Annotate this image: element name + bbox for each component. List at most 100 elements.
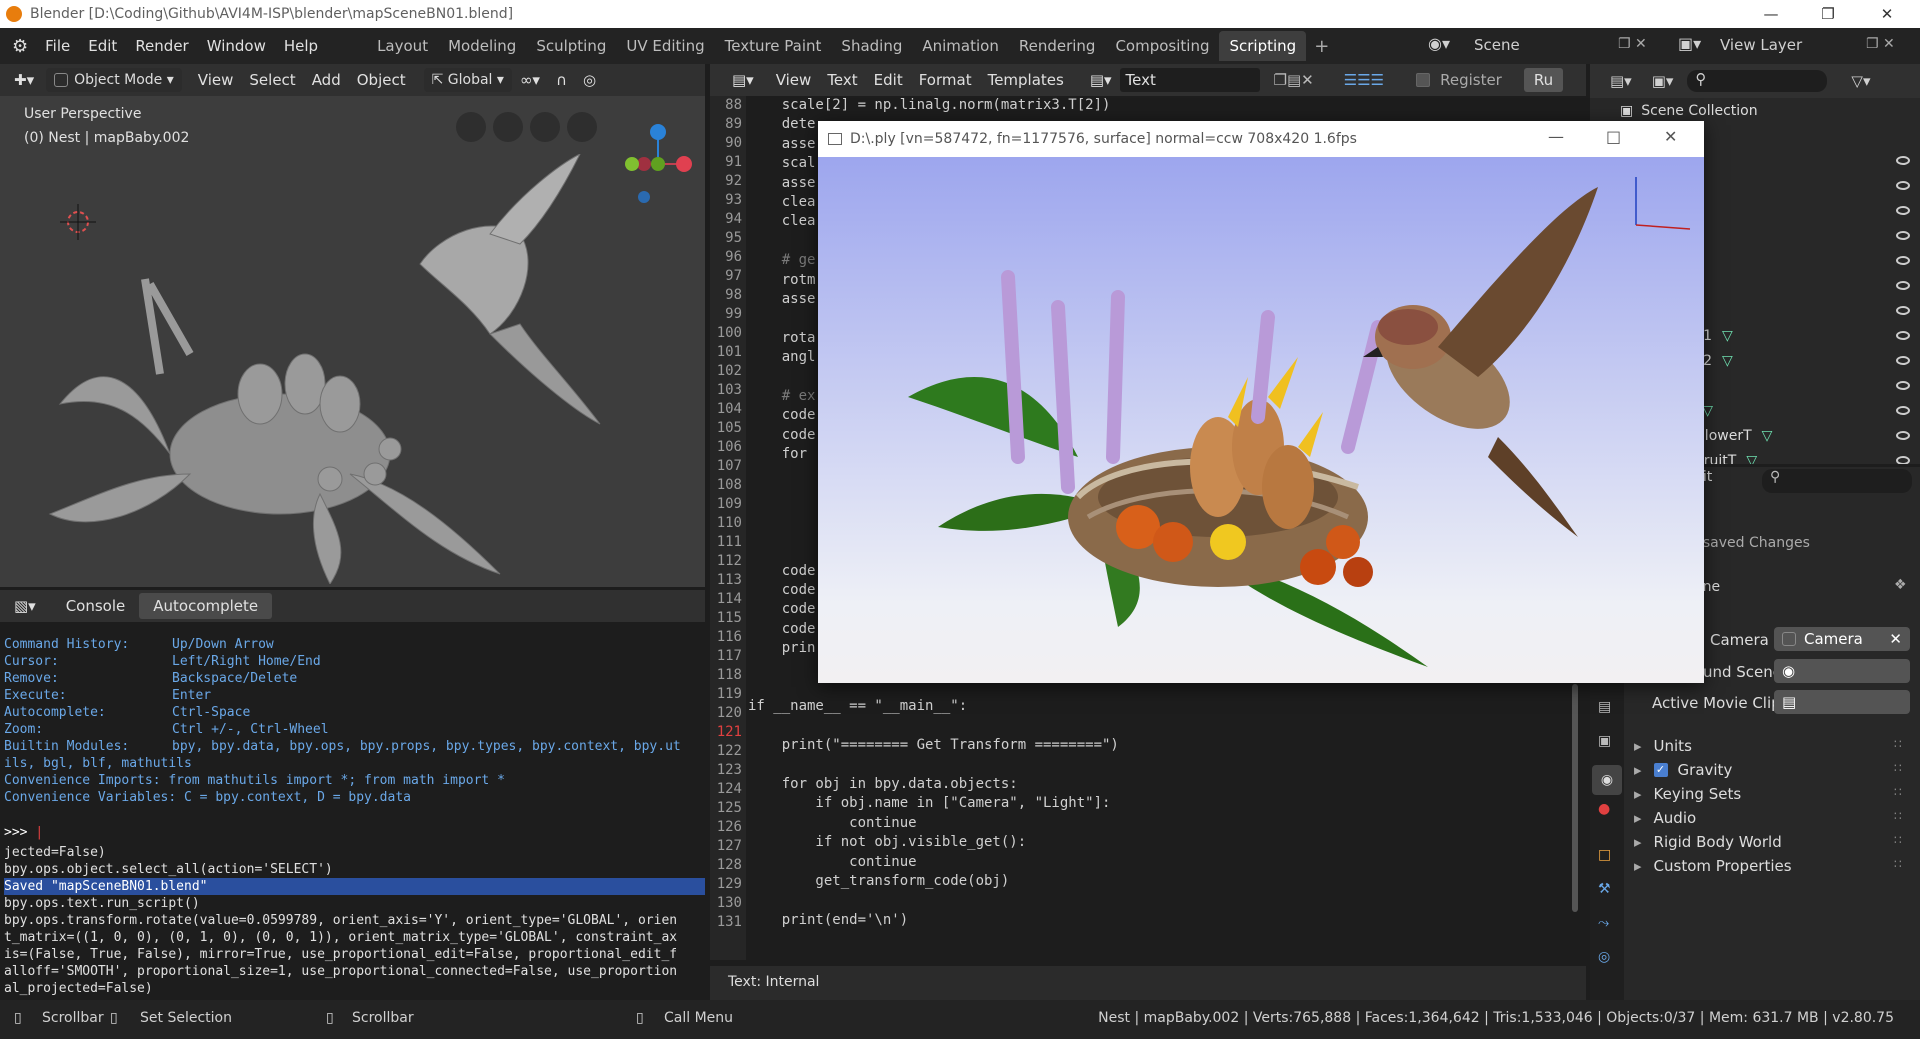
code-line[interactable]: for obj in bpy.data.objects: xyxy=(748,775,1018,794)
code-line[interactable]: code xyxy=(748,426,816,445)
filter-icon[interactable]: ▣▾ xyxy=(1652,72,1674,90)
mesh-data-icon[interactable]: ▽ xyxy=(1722,328,1733,344)
pan-view-icon[interactable] xyxy=(530,112,560,142)
gravity-checkbox[interactable]: ✓ xyxy=(1653,763,1668,777)
expand-arrow-icon[interactable]: ▸ xyxy=(1634,737,1642,755)
code-line[interactable]: if obj.name in ["Camera", "Light"]: xyxy=(748,794,1110,813)
new-scene-icon[interactable]: ❐ ✕ xyxy=(1618,36,1647,52)
tab-scripting[interactable]: Scripting xyxy=(1219,31,1307,61)
code-line[interactable]: continue xyxy=(748,814,916,833)
menu-text[interactable]: Text xyxy=(819,71,865,89)
visibility-eye-icon[interactable] xyxy=(1896,281,1910,290)
tab-rendering[interactable]: Rendering xyxy=(1009,31,1106,61)
info-log[interactable]: jected=False) bpy.ops.object.select_all(… xyxy=(0,844,705,1000)
mesh-data-icon[interactable]: ▽ xyxy=(1722,353,1733,369)
code-line[interactable]: rota xyxy=(748,329,816,348)
visibility-eye-icon[interactable] xyxy=(1896,356,1910,365)
scene-name[interactable]: Scene xyxy=(1474,36,1520,54)
code-line[interactable]: # ex xyxy=(748,387,816,406)
code-line[interactable]: if __name__ == "__main__": xyxy=(748,697,967,716)
zoom-view-icon[interactable] xyxy=(567,112,597,142)
panel-drag-handle-icon[interactable]: ∷ xyxy=(1894,857,1902,871)
expand-arrow-icon[interactable]: ▸ xyxy=(1634,785,1642,803)
visibility-eye-icon[interactable] xyxy=(1896,456,1910,464)
visibility-eye-icon[interactable] xyxy=(1896,181,1910,190)
tab-animation[interactable]: Animation xyxy=(912,31,1008,61)
visibility-eye-icon[interactable] xyxy=(1896,406,1910,415)
panel-custom-properties[interactable]: ▸ Custom Properties xyxy=(1634,853,1792,879)
display-mode-icon[interactable]: ▤▾ xyxy=(1610,72,1632,90)
code-line[interactable]: # ge xyxy=(748,251,816,270)
code-line[interactable]: code xyxy=(748,581,816,600)
text-name-field[interactable]: Text xyxy=(1119,68,1260,92)
proportional-edit-icon[interactable]: ◎ xyxy=(575,71,604,89)
panel-units[interactable]: ▸ Units xyxy=(1634,733,1692,759)
tab-layout[interactable]: Layout xyxy=(367,31,438,61)
visibility-eye-icon[interactable] xyxy=(1896,231,1910,240)
visibility-eye-icon[interactable] xyxy=(1896,206,1910,215)
panel-audio[interactable]: ▸ Audio xyxy=(1634,805,1696,831)
visibility-eye-icon[interactable] xyxy=(1896,331,1910,340)
panel-drag-handle-icon[interactable]: ∷ xyxy=(1894,737,1902,751)
ply-minimize-icon[interactable]: — xyxy=(1548,127,1564,146)
code-line[interactable]: asse xyxy=(748,135,816,154)
ply-maximize-icon[interactable]: □ xyxy=(1606,127,1621,146)
snap-icon[interactable]: ∩ xyxy=(548,71,575,89)
code-line[interactable]: if not obj.visible_get(): xyxy=(748,833,1026,852)
console-prompt[interactable]: >>> | xyxy=(4,824,43,841)
scene-selector-icon[interactable]: ◉▾ xyxy=(1428,34,1450,53)
new-view-layer-icon[interactable]: ❐ ✕ xyxy=(1866,36,1895,52)
mesh-data-icon[interactable]: ▽ xyxy=(1762,428,1773,444)
ply-render-canvas[interactable] xyxy=(818,157,1704,683)
menu-object[interactable]: Object xyxy=(349,71,414,89)
scene-tab-icon[interactable]: ◉ xyxy=(1592,765,1622,795)
menu-file[interactable]: File xyxy=(36,37,79,55)
tab-console[interactable]: Console xyxy=(52,593,140,619)
editor-scrollbar[interactable] xyxy=(1572,684,1578,912)
object-tab-icon[interactable]: □ xyxy=(1598,847,1611,863)
tab-sculpting[interactable]: Sculpting xyxy=(526,31,616,61)
code-line[interactable]: print(end='\n') xyxy=(748,911,908,930)
expand-arrow-icon[interactable]: ▸ xyxy=(1634,857,1642,875)
physics-tab-icon[interactable]: ◎ xyxy=(1598,949,1610,965)
movie-clip-field[interactable]: ▤ xyxy=(1774,690,1910,714)
visibility-eye-icon[interactable] xyxy=(1896,431,1910,440)
new-text-icon[interactable]: ❐▤✕ xyxy=(1266,71,1322,89)
outliner-search-input[interactable]: ⚲ xyxy=(1687,70,1828,92)
visibility-eye-icon[interactable] xyxy=(1896,156,1910,165)
render-tab-icon[interactable]: ▤ xyxy=(1598,699,1611,715)
code-line[interactable]: scal xyxy=(748,154,816,173)
constraint-tab-icon[interactable]: ⤳ xyxy=(1598,915,1609,931)
toggle-grid-icon[interactable] xyxy=(456,112,486,142)
code-line[interactable]: print("======== Get Transform ========") xyxy=(748,736,1119,755)
register-checkbox[interactable] xyxy=(1416,73,1431,87)
restore-icon[interactable]: ❐ xyxy=(1805,0,1851,28)
info-line-selected[interactable]: Saved "mapSceneBN01.blend" xyxy=(4,878,705,895)
expand-arrow-icon[interactable]: ▸ xyxy=(1634,809,1642,827)
python-console[interactable]: ▧▾ Console Autocomplete Command History:… xyxy=(0,590,705,1000)
view-layer-name[interactable]: View Layer xyxy=(1720,36,1802,54)
panel-drag-handle-icon[interactable]: ∷ xyxy=(1894,785,1902,799)
panel-drag-handle-icon[interactable]: ∷ xyxy=(1894,809,1902,823)
code-line[interactable]: continue xyxy=(748,853,916,872)
code-line[interactable]: asse xyxy=(748,290,816,309)
code-line[interactable]: get_transform_code(obj) xyxy=(748,872,1009,891)
code-line[interactable]: code xyxy=(748,600,816,619)
menu-view[interactable]: View xyxy=(190,71,242,89)
tab-uv-editing[interactable]: UV Editing xyxy=(616,31,714,61)
menu-render[interactable]: Render xyxy=(126,37,197,55)
expand-arrow-icon[interactable]: ▸ xyxy=(1634,761,1642,779)
menu-format[interactable]: Format xyxy=(911,71,980,89)
tab-compositing[interactable]: Compositing xyxy=(1105,31,1219,61)
visibility-eye-icon[interactable] xyxy=(1896,306,1910,315)
panel-drag-handle-icon[interactable]: ∷ xyxy=(1894,833,1902,847)
panel-drag-handle-icon[interactable]: ∷ xyxy=(1894,761,1902,775)
panel-rigid-body-world[interactable]: ▸ Rigid Body World xyxy=(1634,829,1782,855)
text-browse-icon[interactable]: ▤▾ xyxy=(1082,71,1120,89)
code-line[interactable]: asse xyxy=(748,174,816,193)
background-scene-field[interactable]: ◉ xyxy=(1774,659,1910,683)
visibility-eye-icon[interactable] xyxy=(1896,381,1910,390)
menu-edit[interactable]: Edit xyxy=(866,71,911,89)
view-layer-icon[interactable]: ▣▾ xyxy=(1678,34,1701,53)
code-line[interactable]: code xyxy=(748,406,816,425)
